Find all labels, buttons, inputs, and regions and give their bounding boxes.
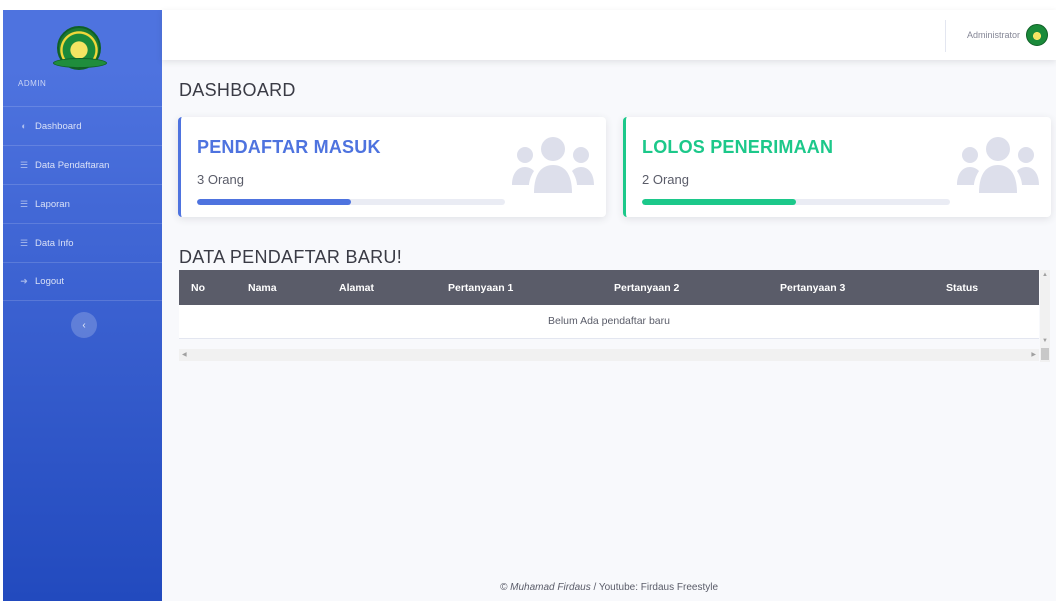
progress-bar — [642, 199, 950, 205]
dashboard-icon: ◐ — [21, 121, 27, 131]
sidebar-toggle-button[interactable]: ‹ — [71, 312, 97, 338]
school-logo — [53, 26, 107, 70]
card-title: PENDAFTAR MASUK — [197, 137, 381, 157]
brand-text: ADMIN — [18, 79, 47, 88]
card-title: LOLOS PENERIMAAN — [642, 137, 834, 157]
column-header-pertanyaan-1[interactable]: Pertanyaan 1 — [436, 270, 602, 305]
registrants-table: No Nama Alamat Pertanyaan 1 Pertanyaan 2… — [179, 270, 1039, 339]
page-title: DASHBOARD — [179, 80, 296, 100]
sidebar-item-data-pendaftaran[interactable]: ☰ Data Pendaftaran — [3, 145, 162, 184]
column-header-status[interactable]: Status — [934, 270, 1039, 305]
progress-fill — [197, 199, 351, 205]
vertical-scrollbar[interactable]: ▲ ▼ — [1040, 270, 1050, 362]
section-title: DATA PENDAFTAR BARU! — [179, 247, 403, 267]
users-icon — [512, 137, 594, 193]
empty-message: Belum Ada pendaftar baru — [179, 305, 1039, 339]
card-count: 2 Orang — [642, 172, 689, 187]
sidebar-item-logout[interactable]: ➜ Logout — [3, 262, 162, 301]
table-header-row: No Nama Alamat Pertanyaan 1 Pertanyaan 2… — [179, 270, 1039, 305]
footer-author: © Muhamad Firdaus — [499, 582, 591, 593]
sidebar-item-label: Laporan — [35, 198, 70, 210]
main-content: Administrator DASHBOARD PENDAFTAR MASUK … — [162, 10, 1056, 601]
list-icon: ☰ — [19, 159, 29, 170]
sidebar-item-label: Dashboard — [35, 120, 82, 132]
user-name: Administrator — [966, 30, 1020, 40]
column-header-no[interactable]: No — [179, 270, 236, 305]
column-header-alamat[interactable]: Alamat — [327, 270, 436, 305]
sidebar: ADMIN ◐ Dashboard ☰ Data Pendaftaran ☰ L… — [3, 10, 162, 601]
topbar: Administrator — [162, 10, 1056, 60]
column-header-nama[interactable]: Nama — [236, 270, 327, 305]
table-container: No Nama Alamat Pertanyaan 1 Pertanyaan 2… — [179, 270, 1050, 362]
scroll-up-icon[interactable]: ▲ — [1042, 272, 1048, 278]
scrollbar-thumb[interactable] — [1041, 348, 1049, 360]
list-icon: ☰ — [19, 237, 29, 248]
table-row: Belum Ada pendaftar baru — [179, 305, 1039, 339]
logout-icon: ➜ — [20, 276, 28, 286]
card-count: 3 Orang — [197, 172, 244, 187]
sidebar-item-data-info[interactable]: ☰ Data Info — [3, 223, 162, 262]
card-pendaftar-masuk: PENDAFTAR MASUK 3 Orang — [178, 117, 606, 217]
card-lolos-penerimaan: LOLOS PENERIMAAN 2 Orang — [623, 117, 1051, 217]
sidebar-item-label: Logout — [35, 276, 65, 287]
user-menu[interactable]: Administrator — [967, 24, 1048, 46]
users-icon — [957, 137, 1039, 193]
avatar — [1026, 24, 1048, 46]
footer-text: / Youtube: Firdaus Freestyle — [590, 582, 719, 593]
sidebar-item-dashboard[interactable]: ◐ Dashboard — [3, 106, 162, 145]
sidebar-item-laporan[interactable]: ☰ Laporan — [3, 184, 162, 223]
scroll-down-icon[interactable]: ▼ — [1042, 338, 1048, 344]
progress-bar — [197, 199, 505, 205]
list-icon: ☰ — [19, 198, 29, 209]
column-header-pertanyaan-3[interactable]: Pertanyaan 3 — [768, 270, 934, 305]
sidebar-item-label: Data Info — [35, 237, 74, 249]
footer: © Muhamad Firdaus / Youtube: Firdaus Fre… — [162, 582, 1056, 593]
scroll-left-icon[interactable]: ◀ — [182, 351, 187, 358]
topbar-divider — [945, 20, 946, 52]
column-header-pertanyaan-2[interactable]: Pertanyaan 2 — [602, 270, 768, 305]
sidebar-item-label: Data Pendaftaran — [35, 159, 110, 171]
scroll-right-icon[interactable]: ▶ — [1031, 351, 1036, 358]
sidebar-brand[interactable]: ADMIN — [3, 10, 162, 106]
horizontal-scrollbar[interactable]: ◀ ▶ — [179, 349, 1039, 361]
progress-fill — [642, 199, 796, 205]
